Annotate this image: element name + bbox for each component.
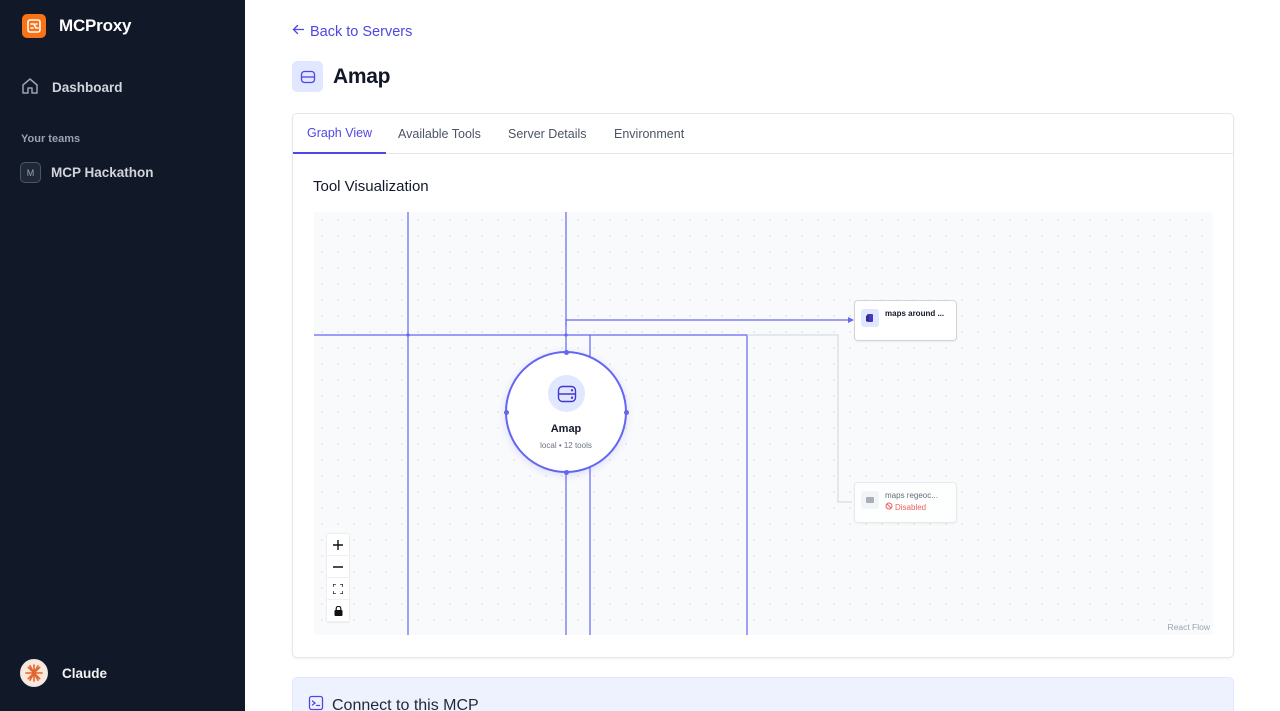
node-handle[interactable] [564,470,569,475]
fit-view-button[interactable] [327,578,349,600]
page-header: Amap [292,61,390,92]
sidebar: MCProxy Dashboard Your teams M MCP Hacka… [0,0,245,711]
tool-node[interactable]: maps around ... [854,300,957,341]
page-title: Amap [333,64,391,88]
document-icon [861,309,879,327]
tab-environment[interactable]: Environment [600,114,698,154]
ban-icon [885,502,893,512]
team-label: MCP Hackathon [51,165,154,180]
graph-canvas[interactable]: Amap local • 12 tools maps around ... ma… [314,212,1213,635]
server-icon [292,61,323,92]
user-menu[interactable]: Claude [20,659,107,687]
arrow-left-icon [292,23,305,40]
lock-button[interactable] [327,600,349,622]
connect-title: Connect to this MCP [332,696,479,711]
node-handle[interactable] [564,350,569,355]
tab-available-tools[interactable]: Available Tools [384,114,495,154]
home-icon [20,76,40,99]
back-to-servers-link[interactable]: Back to Servers [292,23,412,40]
user-name: Claude [62,665,108,681]
server-node-subtitle: local • 12 tools [540,441,592,450]
status-badge: Disabled [885,502,949,512]
graph-panel: Graph View Available Tools Server Detail… [292,113,1234,658]
code-icon [861,491,879,509]
logo-icon [22,14,46,38]
zoom-in-button[interactable] [327,534,349,556]
server-node-name: Amap [550,423,582,435]
react-flow-attribution[interactable]: React Flow [1167,622,1210,632]
sidebar-item-dashboard[interactable]: Dashboard [20,76,123,99]
tab-server-details[interactable]: Server Details [494,114,601,154]
zoom-out-button[interactable] [327,556,349,578]
team-avatar: M [20,162,41,183]
edge-line-disabled [747,334,852,503]
teams-section-label: Your teams [21,133,81,145]
terminal-icon [308,695,324,711]
connect-section: Connect to this MCP [292,677,1234,711]
tool-node-name: maps around ... [885,309,945,318]
graph-edges [314,212,854,635]
brand[interactable]: MCProxy [22,14,131,38]
tool-node[interactable]: maps regeoc... Disabled [854,482,957,523]
tab-bar: Graph View Available Tools Server Detail… [293,114,1233,154]
edge-junction [564,333,568,337]
status-text: Disabled [895,502,927,512]
back-label: Back to Servers [310,23,413,40]
server-node[interactable]: Amap local • 12 tools [504,350,629,475]
node-handle[interactable] [624,410,629,415]
node-handle[interactable] [504,410,509,415]
sidebar-item-label: Dashboard [52,80,123,95]
app-name: MCProxy [59,16,132,35]
edge-junction [406,333,410,337]
flow-controls [327,534,349,622]
edge-line [565,319,848,326]
avatar [20,659,48,687]
server-icon [548,375,585,412]
panel-title: Tool Visualization [313,178,429,195]
sidebar-item-team[interactable]: M MCP Hackathon [20,162,154,183]
tool-node-name: maps regeoc... [885,491,938,500]
tab-graph-view[interactable]: Graph View [293,114,387,154]
